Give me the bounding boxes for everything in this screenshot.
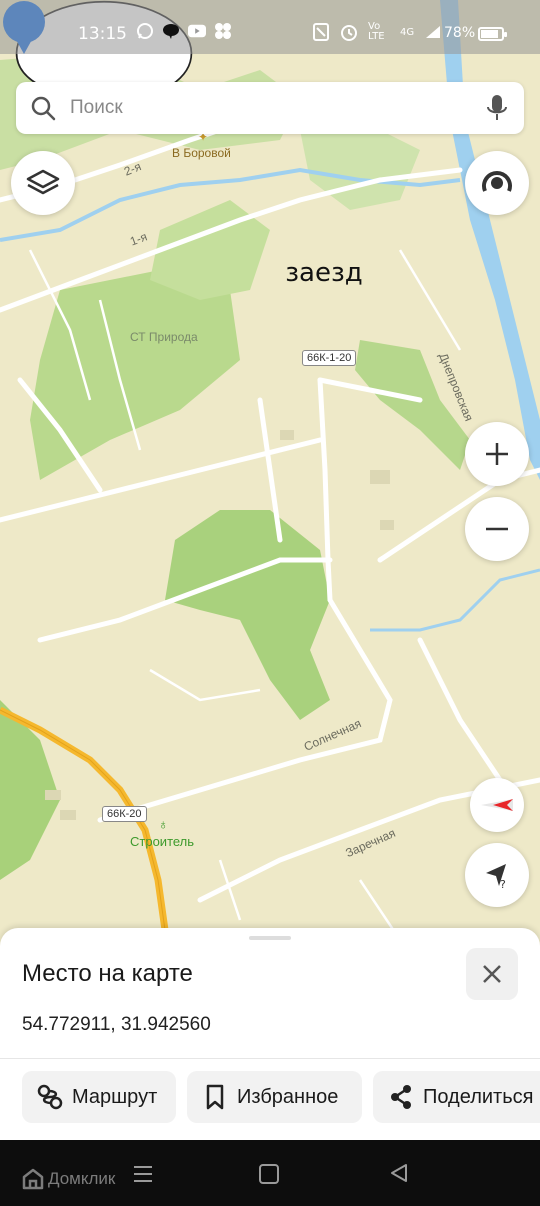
north-arrow-icon	[481, 799, 513, 811]
route-button[interactable]: Маршрут	[22, 1071, 176, 1123]
chat-icon	[162, 22, 180, 40]
favorites-button[interactable]: Избранное	[187, 1071, 362, 1123]
domclick-logo-icon	[22, 1168, 44, 1190]
sheet-title: Место на карте	[22, 960, 193, 987]
zoom-in-icon	[486, 443, 508, 465]
menu-nav-icon[interactable]	[132, 1164, 154, 1184]
search-bar[interactable]	[16, 82, 524, 134]
alarm-icon	[340, 23, 358, 41]
watermark: Домклик	[22, 1168, 115, 1190]
compass-button[interactable]	[465, 151, 529, 215]
map-label-st-priroda: СТ Природа	[130, 330, 198, 344]
bookmark-icon	[201, 1083, 229, 1111]
zoom-in-button[interactable]	[465, 422, 529, 486]
route-icon	[36, 1083, 64, 1111]
nfc-icon	[312, 23, 330, 41]
brand-label: Домклик	[48, 1169, 116, 1188]
map-view[interactable]: В Боровой ✦ СТ Природа 2-я 1-я Днепровск…	[0, 0, 540, 960]
app-grid-icon	[214, 22, 232, 40]
home-nav-icon[interactable]	[259, 1164, 279, 1184]
share-icon	[387, 1083, 415, 1111]
search-icon	[31, 96, 56, 121]
close-button[interactable]	[466, 948, 518, 1000]
close-icon	[483, 965, 501, 983]
signal-icon	[424, 23, 442, 41]
search-input[interactable]	[70, 90, 470, 126]
volte-label: Vo LTE	[368, 21, 385, 42]
map-label-v-borovoy: В Боровой	[172, 146, 231, 160]
whatsapp-icon	[136, 22, 154, 40]
map-label-stroitel: Строитель	[130, 834, 195, 849]
status-time: 13:15	[78, 24, 127, 44]
sheet-divider	[0, 1058, 540, 1059]
route-label: Маршрут	[72, 1085, 158, 1108]
road-badge-bottom: 66К-20	[102, 806, 147, 822]
back-nav-icon[interactable]	[388, 1162, 410, 1184]
battery-percent: 78%	[444, 25, 476, 41]
layers-button[interactable]	[11, 151, 75, 215]
system-nav-bar: Домклик	[0, 1140, 540, 1206]
zoom-out-icon	[486, 527, 508, 531]
my-location-button[interactable]: ?	[465, 843, 529, 907]
zoom-out-button[interactable]	[465, 497, 529, 561]
svg-text:?: ?	[500, 878, 506, 890]
battery-icon	[478, 27, 507, 41]
youtube-icon	[188, 22, 206, 40]
north-button[interactable]	[470, 778, 524, 832]
signal-label: 4G	[400, 26, 415, 38]
transit-icon: ♁	[158, 816, 169, 832]
share-label: Поделиться	[423, 1085, 534, 1108]
coordinates-text: 54.772911, 31.942560	[22, 1014, 211, 1035]
status-bar: 13:15 Vo LTE 4G 78%	[0, 0, 540, 54]
mic-icon[interactable]	[484, 94, 510, 122]
road-badge-top: 66К-1-20	[302, 350, 357, 366]
status-notifications	[136, 22, 232, 40]
map-canvas	[0, 0, 540, 960]
note-text: заезд	[285, 258, 363, 288]
layers-icon	[26, 169, 60, 195]
status-system-icons: Vo LTE 4G	[312, 22, 442, 42]
my-location-icon: ?	[486, 864, 506, 890]
sheet-handle[interactable]	[249, 936, 291, 940]
favorites-label: Избранное	[237, 1085, 339, 1108]
share-button[interactable]: Поделиться	[373, 1071, 540, 1123]
compass-icon	[482, 171, 512, 192]
